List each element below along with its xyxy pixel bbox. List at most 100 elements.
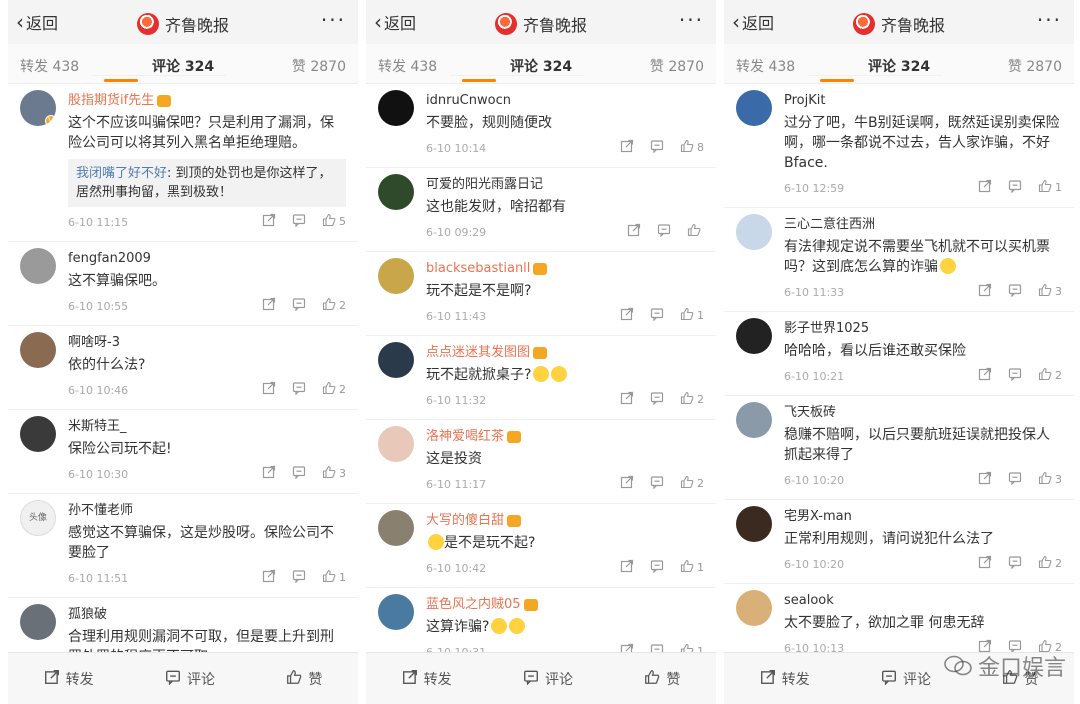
avatar[interactable]: 头像 (20, 500, 56, 536)
avatar[interactable] (378, 258, 414, 294)
commenter-name[interactable]: blacksebastianll (426, 260, 704, 278)
avatar[interactable]: V (20, 90, 56, 126)
share-button[interactable] (627, 223, 641, 240)
like-button[interactable]: 2 (1038, 555, 1062, 572)
tab-repost[interactable]: 转发 438 (736, 56, 795, 76)
share-button[interactable] (620, 139, 634, 156)
reply-button[interactable] (650, 559, 664, 576)
avatar[interactable] (736, 506, 772, 542)
bottom-repost-button[interactable]: 转发 (44, 669, 94, 689)
tab-comment[interactable]: 评论 324 (92, 51, 227, 76)
like-button[interactable]: 2 (1038, 367, 1062, 384)
avatar[interactable] (20, 248, 56, 284)
bottom-comment-button[interactable]: 评论 (881, 669, 931, 689)
tab-repost[interactable]: 转发 438 (20, 56, 79, 76)
reply-button[interactable] (650, 643, 664, 652)
like-button[interactable]: 1 (680, 559, 704, 576)
reply-button[interactable] (292, 569, 306, 586)
bottom-comment-button[interactable]: 评论 (165, 669, 215, 689)
like-button[interactable]: 3 (1038, 471, 1062, 488)
more-options-button[interactable]: ··· (1037, 8, 1062, 32)
like-button[interactable]: 1 (322, 569, 346, 586)
like-button[interactable]: 3 (1038, 283, 1062, 300)
share-button[interactable] (262, 297, 276, 314)
reply-button[interactable] (650, 307, 664, 324)
share-button[interactable] (620, 559, 634, 576)
avatar[interactable] (378, 426, 414, 462)
like-button[interactable]: 2 (680, 391, 704, 408)
commenter-name[interactable]: 孤狼破 (68, 606, 346, 624)
tab-like[interactable]: 赞 2870 (650, 56, 704, 76)
like-button[interactable]: 1 (680, 643, 704, 652)
avatar[interactable] (20, 416, 56, 452)
like-button[interactable]: 2 (322, 381, 346, 398)
share-button[interactable] (262, 381, 276, 398)
commenter-name[interactable]: 米斯特王_ (68, 418, 346, 436)
tab-comment[interactable]: 评论 324 (808, 51, 943, 76)
reply-button[interactable] (1008, 555, 1022, 572)
bottom-repost-button[interactable]: 转发 (402, 669, 452, 689)
like-button[interactable]: 2 (680, 475, 704, 492)
reply-button[interactable] (650, 391, 664, 408)
avatar[interactable] (378, 594, 414, 630)
share-button[interactable] (620, 475, 634, 492)
avatar[interactable] (378, 510, 414, 546)
tab-like[interactable]: 赞 2870 (292, 56, 346, 76)
bottom-like-button[interactable]: 赞 (286, 669, 322, 689)
commenter-name[interactable]: 洛神爱喝红茶 (426, 428, 704, 446)
commenter-name[interactable]: 大写的傻白甜 (426, 512, 704, 530)
commenter-name[interactable]: 啊啥呀-3 (68, 334, 346, 352)
reply-button[interactable] (657, 223, 671, 240)
commenter-name[interactable]: 蓝色风之内贼05 (426, 596, 704, 614)
bottom-like-button[interactable]: 赞 (644, 669, 680, 689)
share-button[interactable] (978, 367, 992, 384)
share-button[interactable] (620, 307, 634, 324)
reply-button[interactable] (1008, 367, 1022, 384)
commenter-name[interactable]: 可爱的阳光雨露日记 (426, 176, 704, 194)
bottom-comment-button[interactable]: 评论 (523, 669, 573, 689)
share-button[interactable] (620, 643, 634, 652)
nested-reply[interactable]: 我闭嘴了好不好: 到顶的处罚也是你这样了，居然刑事拘留，黑到极致！ (68, 159, 346, 207)
avatar[interactable] (736, 590, 772, 626)
bottom-repost-button[interactable]: 转发 (760, 669, 810, 689)
commenter-name[interactable]: 股指期货if先生 (68, 92, 346, 110)
share-button[interactable] (620, 391, 634, 408)
avatar[interactable] (736, 402, 772, 438)
reply-button[interactable] (650, 475, 664, 492)
commenter-name[interactable]: 飞天板砖 (784, 404, 1062, 422)
like-button[interactable]: 8 (680, 139, 704, 156)
avatar[interactable] (736, 90, 772, 126)
more-options-button[interactable]: ··· (679, 8, 704, 32)
commenter-name[interactable]: sealook (784, 592, 1062, 610)
more-options-button[interactable]: ··· (321, 8, 346, 32)
commenter-name[interactable]: 宅男X-man (784, 508, 1062, 526)
commenter-name[interactable]: 影子世界1025 (784, 320, 1062, 338)
reply-button[interactable] (292, 465, 306, 482)
avatar[interactable] (736, 214, 772, 250)
share-button[interactable] (978, 555, 992, 572)
like-button[interactable] (687, 223, 704, 240)
reply-author[interactable]: 我闭嘴了好不好 (76, 166, 167, 181)
like-button[interactable]: 2 (322, 297, 346, 314)
share-button[interactable] (262, 213, 276, 230)
avatar[interactable] (378, 342, 414, 378)
like-button[interactable]: 1 (680, 307, 704, 324)
avatar[interactable] (20, 604, 56, 640)
like-button[interactable]: 1 (1038, 179, 1062, 196)
reply-button[interactable] (650, 139, 664, 156)
avatar[interactable] (20, 332, 56, 368)
reply-button[interactable] (292, 381, 306, 398)
share-button[interactable] (978, 471, 992, 488)
commenter-name[interactable]: 孙不懂老师 (68, 502, 346, 520)
like-button[interactable]: 5 (322, 213, 346, 230)
reply-button[interactable] (1008, 179, 1022, 196)
avatar[interactable] (378, 174, 414, 210)
share-button[interactable] (978, 179, 992, 196)
commenter-name[interactable]: ProjKit (784, 92, 1062, 110)
share-button[interactable] (262, 569, 276, 586)
reply-button[interactable] (292, 297, 306, 314)
commenter-name[interactable]: 三心二意往西洲 (784, 216, 1062, 234)
tab-repost[interactable]: 转发 438 (378, 56, 437, 76)
commenter-name[interactable]: fengfan2009 (68, 250, 346, 268)
commenter-name[interactable]: 点点迷迷其发图图 (426, 344, 704, 362)
